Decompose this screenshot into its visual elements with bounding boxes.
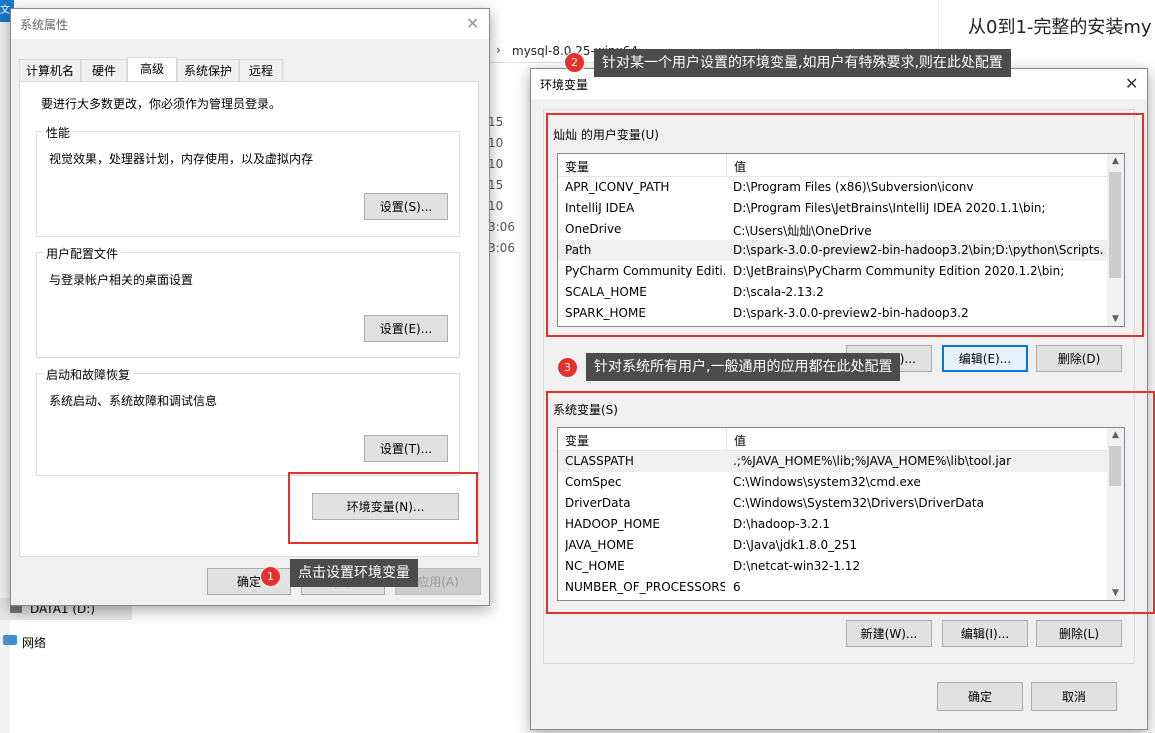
group-description: 视觉效果，处理器计划，内存使用，以及虚拟内存: [49, 152, 314, 166]
startup-settings-button[interactable]: 设置(T)...: [364, 435, 448, 462]
annotation-highlight-env-button: [288, 472, 478, 544]
date-cell: 10: [488, 157, 504, 171]
date-cell: 3:06: [488, 241, 515, 255]
network-label: 网络: [22, 636, 47, 650]
system-edit-button[interactable]: 编辑(I)...: [942, 620, 1028, 647]
user-profiles-settings-button[interactable]: 设置(E)...: [364, 315, 448, 342]
date-cell: 10: [488, 136, 504, 150]
startup-recovery-group: 启动和故障恢复 系统启动、系统故障和调试信息 设置(T)...: [36, 366, 460, 476]
performance-settings-button[interactable]: 设置(S)...: [364, 193, 448, 220]
date-cell: 3:06: [488, 220, 515, 234]
group-label: 启动和故障恢复: [43, 366, 134, 383]
annotation-tooltip-1: 点击设置环境变量: [290, 559, 418, 587]
tab-advanced[interactable]: 高级: [127, 57, 177, 82]
performance-group: 性能 视觉效果，处理器计划，内存使用，以及虚拟内存 设置(S)...: [36, 124, 460, 237]
tab-hardware[interactable]: 硬件: [81, 59, 127, 81]
date-cell: 15: [488, 115, 504, 129]
annotation-highlight-system-vars: [546, 391, 1155, 614]
group-description: 与登录帐户相关的桌面设置: [49, 273, 194, 287]
sidebar-item-network[interactable]: 网络: [0, 630, 132, 652]
tab-computer-name[interactable]: 计算机名: [19, 59, 81, 81]
annotation-tooltip-2: 针对某一个用户设置的环境变量,如用户有特殊要求,则在此处配置: [594, 49, 1011, 77]
user-profiles-group: 用户配置文件 与登录帐户相关的桌面设置 设置(E)...: [36, 245, 460, 358]
article-title: 从0到1-完整的安装my: [968, 17, 1152, 38]
annotation-highlight-user-vars: [546, 113, 1144, 337]
dialog-title: 系统属性: [20, 18, 69, 32]
close-icon[interactable]: ✕: [1125, 74, 1138, 93]
system-new-button[interactable]: 新建(W)...: [846, 620, 932, 647]
close-icon[interactable]: ✕: [466, 14, 479, 33]
annotation-badge-2: 2: [564, 52, 585, 73]
user-edit-button[interactable]: 编辑(E)...: [942, 345, 1028, 372]
explorer-nav-strip: [0, 0, 10, 733]
date-cell: 15: [488, 178, 504, 192]
cancel-button[interactable]: 取消: [1031, 682, 1117, 711]
user-delete-button[interactable]: 删除(D): [1036, 345, 1122, 372]
group-label: 性能: [43, 124, 74, 141]
date-cell: 10: [488, 199, 504, 213]
network-icon: [3, 635, 17, 645]
group-label: 用户配置文件: [43, 245, 122, 262]
group-description: 系统启动、系统故障和调试信息: [49, 394, 218, 408]
annotation-badge-1: 1: [260, 566, 281, 587]
annotation-tooltip-3: 针对系统所有用户,一般通用的应用都在此处配置: [586, 353, 901, 381]
dialog-titlebar[interactable]: 系统属性 ✕: [11, 9, 489, 39]
system-delete-button[interactable]: 删除(L): [1036, 620, 1122, 647]
breadcrumb-chevron-icon: ›: [496, 43, 501, 57]
dialog-title: 环境变量: [540, 78, 589, 92]
admin-note: 要进行大多数更改，你必须作为管理员登录。: [41, 97, 282, 111]
ok-button[interactable]: 确定: [937, 682, 1023, 711]
tab-remote[interactable]: 远程: [239, 59, 283, 81]
tab-system-protection[interactable]: 系统保护: [177, 59, 239, 81]
annotation-badge-3: 3: [557, 357, 578, 378]
